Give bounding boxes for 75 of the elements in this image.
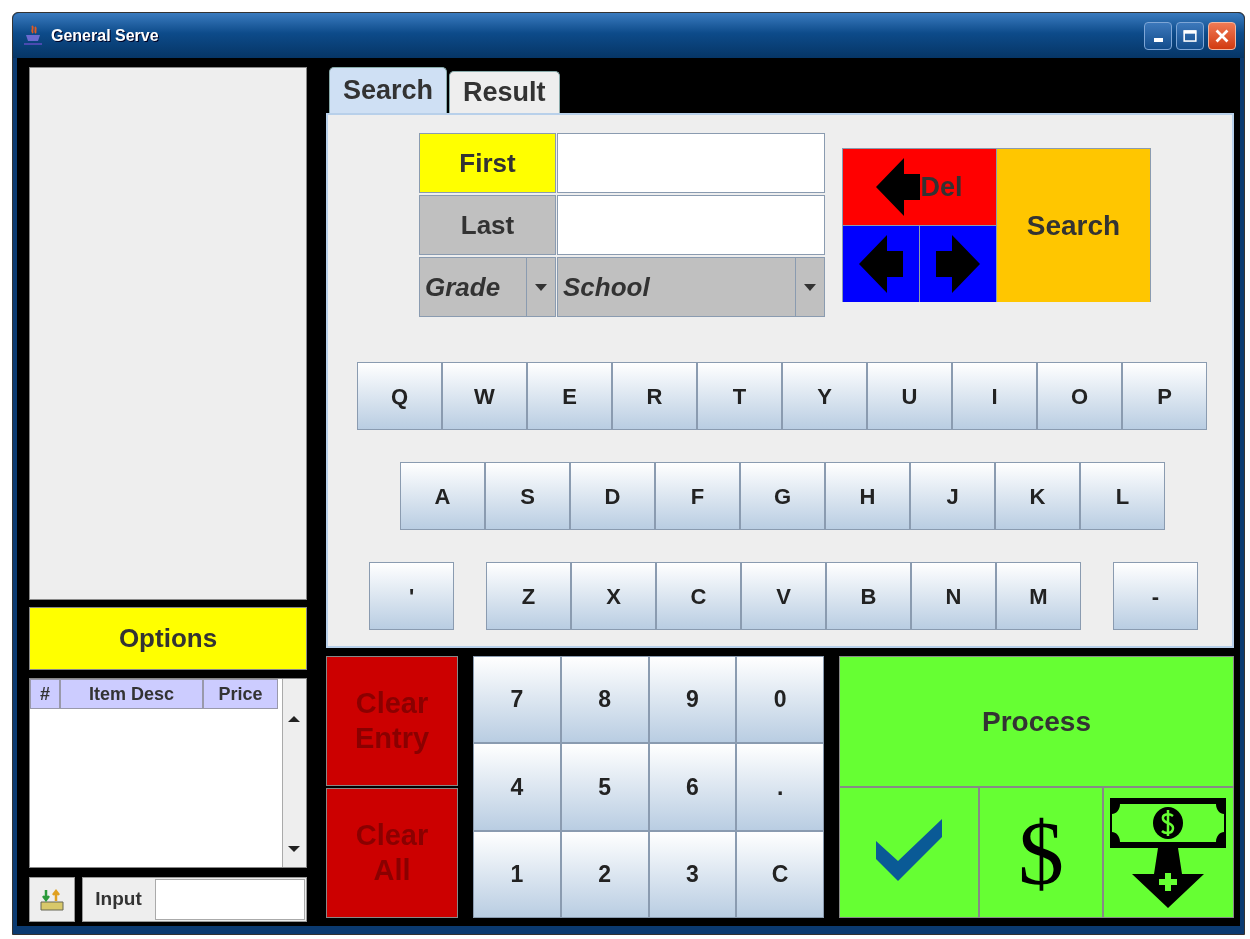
keyboard-key[interactable]: W	[442, 362, 527, 430]
keyboard-key[interactable]: R	[612, 362, 697, 430]
scrollbar[interactable]	[282, 679, 306, 867]
search-button[interactable]: Search	[997, 149, 1150, 302]
numpad-key[interactable]: 2	[560, 830, 649, 918]
left-arrow-icon	[876, 158, 921, 216]
keyboard-key[interactable]: G	[740, 462, 825, 530]
keyboard-key[interactable]: U	[867, 362, 952, 430]
column-header[interactable]: Price	[203, 679, 278, 709]
maximize-button[interactable]	[1176, 21, 1204, 50]
numpad-key[interactable]: 9	[648, 656, 737, 744]
keyboard-key[interactable]: P	[1122, 362, 1207, 430]
dollar-sign-icon: $	[1017, 806, 1064, 899]
maximize-icon	[1183, 27, 1197, 44]
keyboard-key[interactable]: C	[656, 562, 741, 630]
close-button[interactable]	[1208, 21, 1236, 50]
text-field[interactable]	[557, 195, 825, 255]
dropdown-arrow-icon	[804, 283, 816, 291]
cash-deposit-icon	[1110, 797, 1227, 908]
tray-arrows-icon	[39, 887, 65, 912]
keyboard-key[interactable]: T	[697, 362, 782, 430]
dropdown[interactable]: Grade	[419, 257, 556, 317]
numpad-key[interactable]: 0	[736, 656, 824, 744]
right-arrow-icon	[936, 235, 980, 293]
numpad-key[interactable]: 7	[473, 656, 561, 744]
column-header[interactable]: Item Desc	[60, 679, 203, 709]
coffee-cup-icon	[23, 24, 43, 47]
numpad-key[interactable]: .	[736, 743, 824, 831]
keyboard-key[interactable]: F	[655, 462, 740, 530]
numpad-key[interactable]: 5	[560, 743, 649, 831]
keyboard-key[interactable]: N	[911, 562, 996, 630]
tab[interactable]: Result	[449, 71, 560, 113]
field-label: Last	[419, 195, 556, 255]
numpad-key[interactable]: 1	[473, 830, 561, 918]
keyboard-key[interactable]: X	[571, 562, 656, 630]
import-export-button[interactable]	[29, 877, 75, 922]
numpad-key[interactable]: 8	[560, 656, 649, 744]
minimize-button[interactable]	[1144, 21, 1172, 50]
options-button[interactable]: Options	[29, 607, 307, 670]
keyboard-key[interactable]: S	[485, 462, 570, 530]
dropdown[interactable]: School	[557, 257, 825, 317]
keyboard-key[interactable]: -	[1113, 562, 1198, 630]
payment-button[interactable]: $	[980, 788, 1102, 917]
numpad-key[interactable]: C	[736, 830, 824, 918]
keyboard-key[interactable]: I	[952, 362, 1037, 430]
dropdown-arrow-icon	[535, 283, 547, 291]
keyboard-key[interactable]: E	[527, 362, 612, 430]
keyboard-key[interactable]: O	[1037, 362, 1122, 430]
left-arrow-icon	[859, 235, 903, 293]
keyboard-key[interactable]: K	[995, 462, 1080, 530]
keyboard-key[interactable]: Z	[486, 562, 571, 630]
keyboard-key[interactable]: J	[910, 462, 995, 530]
keyboard-key[interactable]: V	[741, 562, 826, 630]
keyboard-key[interactable]: H	[825, 462, 910, 530]
keyboard-key[interactable]: B	[826, 562, 911, 630]
payment-button[interactable]	[1103, 788, 1233, 917]
keyboard-key[interactable]: Y	[782, 362, 867, 430]
window-title: General Serve	[51, 25, 160, 46]
tab[interactable]: Search	[329, 67, 448, 113]
process-button[interactable]: Process	[840, 657, 1233, 786]
column-header[interactable]: #	[30, 679, 60, 709]
text-field[interactable]	[557, 133, 825, 193]
input-field[interactable]	[155, 879, 305, 920]
numpad-key[interactable]: 4	[473, 743, 561, 831]
keyboard-key[interactable]: '	[369, 562, 454, 630]
keyboard-key[interactable]: L	[1080, 462, 1165, 530]
keyboard-key[interactable]: D	[570, 462, 655, 530]
keyboard-key[interactable]: Q	[357, 362, 442, 430]
numpad-key[interactable]: 3	[648, 830, 737, 918]
input-label: Input	[94, 887, 143, 912]
numpad-key[interactable]: 6	[648, 743, 737, 831]
keyboard-key[interactable]: M	[996, 562, 1081, 630]
keyboard-key[interactable]: A	[400, 462, 485, 530]
field-label: First	[419, 133, 556, 193]
minimize-icon	[1153, 37, 1163, 42]
